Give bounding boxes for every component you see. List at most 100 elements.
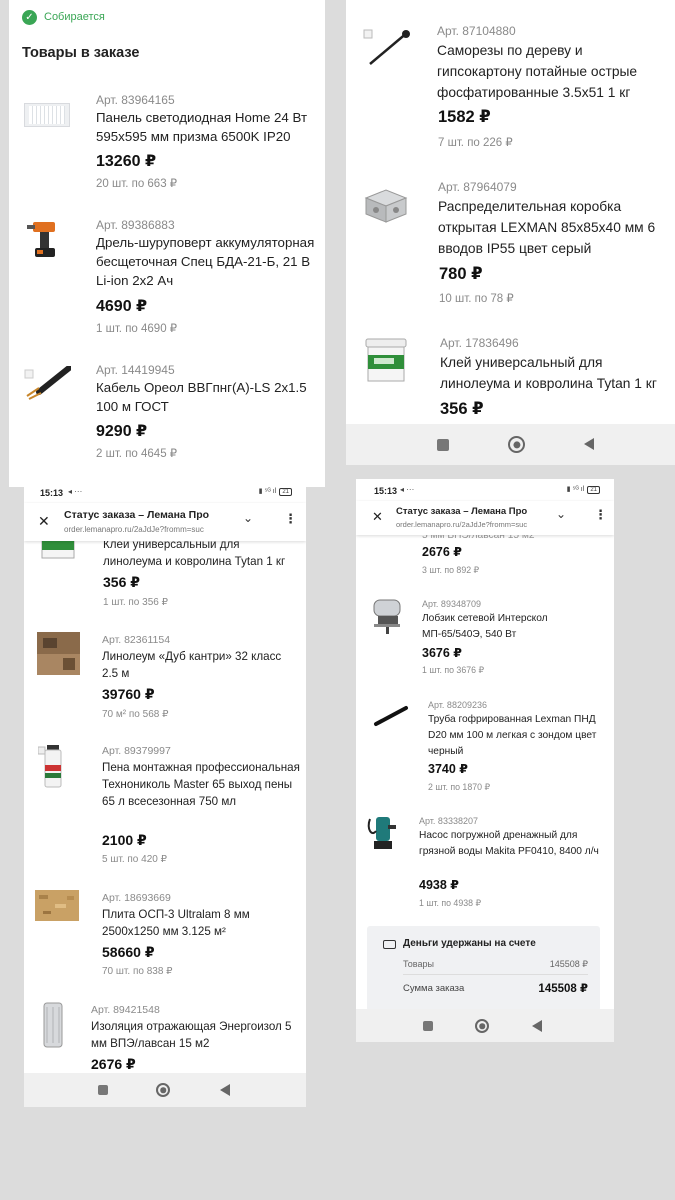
item-article: Арт. 87104880 [437,24,516,38]
osb-board-thumbnail [35,890,79,921]
item-article: Арт. 89348709 [422,599,481,609]
junction-box-thumbnail [362,186,408,226]
browser-panel-right: 15:13 ◂ ··· ▮ ⁵ᴳ ıl 21 ✕ Статус заказа – … [356,479,614,1042]
signal-icons: ▮ ⁵ᴳ ıl 21 [567,485,600,494]
item-article: Арт. 14419945 [96,363,175,377]
wallet-icon [383,940,396,949]
chevron-down-icon[interactable]: ⌄ [243,511,253,525]
item-name: Панель светодиодная Home 24 Вт 595x595 м… [96,110,308,144]
item-name: Распределительная коробка открытая LEXMA… [438,199,656,256]
clock: 15:13 [40,488,64,498]
item-name: Плита ОСП-3 Ultralam 8 мм 2500x1250 мм 3… [102,908,250,938]
item-name: Клей универсальный для линолеума и ковро… [440,355,657,391]
item-qty: 20 шт. по 663 ₽ [96,178,178,190]
page-url: order.lemanapro.ru/2aJdJe?fromm=suc [396,520,528,529]
summary-card: Деньги удержаны на счете Товары 145508 ₽… [367,926,600,1011]
notification-icons: ◂ ··· [400,485,415,494]
screw-thumbnail [362,28,412,68]
chevron-down-icon[interactable]: ⌄ [556,507,566,521]
summary-title: Деньги удержаны на счете [403,938,536,949]
recents-button[interactable] [98,1085,108,1095]
item-name: Линолеум «Дуб кантри» 32 класс 2.5 м [102,650,282,680]
goods-value: 145508 ₽ [549,959,588,969]
item-qty: 70 м² по 568 ₽ [102,709,169,720]
item-qty: 10 шт. по 78 ₽ [439,293,514,305]
battery-icon: 21 [279,488,292,496]
item-qty: 5 шт. по 420 ₽ [102,854,167,865]
item-article: Арт. 89421548 [91,1004,160,1016]
item-price: 58660 ₽ [102,944,155,960]
item-price: 2676 ₽ [422,545,462,559]
battery-icon: 21 [587,486,600,494]
item-name: Саморезы по дереву и гипсокартону потайн… [437,43,638,100]
home-button[interactable] [156,1083,170,1097]
insulation-roll-thumbnail [41,1001,65,1049]
recents-button[interactable] [423,1021,433,1031]
item-price: 780 ₽ [439,265,483,283]
item-qty: 7 шт. по 226 ₽ [438,137,513,149]
signal-icon: ▮ ⁵ᴳ ıl [566,486,585,493]
item-price: 4690 ₽ [96,298,148,315]
item-name: Насос погружной дренажный для грязной во… [419,830,599,857]
item-qty: 3 шт. по 892 ₽ [422,565,480,575]
home-button[interactable] [508,436,525,453]
back-button[interactable] [532,1020,542,1032]
signal-icons: ▮ ⁵ᴳ ıl 21 [259,487,292,496]
back-button[interactable] [584,438,594,450]
system-nav-bar [346,424,675,465]
page-title: Статус заказа – Лемана Про [64,509,210,521]
item-name: Клей универсальный для линолеума и ковро… [103,538,286,568]
notification-icons: ◂ ··· [68,487,83,496]
back-button[interactable] [220,1084,230,1096]
more-icon[interactable]: ⋮ [594,507,607,523]
clock: 15:13 [374,486,398,496]
item-price: 39760 ₽ [102,686,155,702]
order-status: Собирается [44,11,105,23]
check-icon: ✓ [22,10,37,25]
item-article: Арт. 83964165 [96,93,175,107]
item-qty: 2 шт. по 1870 ₽ [428,782,491,792]
item-name: Изоляция отражающая Энергоизол 5 мм ВПЭ/… [91,1020,292,1050]
order-panel-2: Арт. 87104880 Саморезы по дереву и гипсо… [346,0,675,465]
foam-can-thumbnail [38,743,68,789]
page-title: Статус заказа – Лемана Про [396,506,528,517]
item-qty: 1 шт. по 3676 ₽ [422,665,485,675]
total-value: 145508 ₽ [538,983,588,995]
item-price: 1582 ₽ [438,108,491,126]
item-qty: 1 шт. по 356 ₽ [103,597,168,608]
item-article: Арт. 82361154 [102,634,171,646]
browser-header: ✕ Статус заказа – Лемана Про order.leman… [356,501,614,535]
status-bar: 15:13 ◂ ··· ▮ ⁵ᴳ ıl 21 [24,481,306,503]
close-icon[interactable]: ✕ [38,513,50,530]
recents-button[interactable] [437,439,449,451]
goods-label: Товары [403,959,434,969]
item-name: Дрель-шуруповерт аккумуляторная бесщеточ… [96,235,315,288]
corrugated-pipe-thumbnail [372,704,410,728]
page-url: order.lemanapro.ru/2aJdJe?fromm=suc [64,525,204,534]
item-price: 3676 ₽ [422,646,462,660]
item-qty: 1 шт. по 4938 ₽ [419,898,482,908]
home-button[interactable] [475,1019,489,1033]
item-article: Арт. 18693669 [102,892,171,904]
item-price: 356 ₽ [103,574,140,590]
drill-thumbnail [23,218,63,264]
item-article: Арт. 89386883 [96,218,175,232]
more-icon[interactable]: ⋮ [284,511,297,527]
item-article: Арт. 89379997 [102,745,171,757]
item-price: 2100 ₽ [102,832,147,848]
divider [403,974,588,975]
item-price: 4938 ₽ [419,878,459,892]
item-name: Пена монтажная профессиональная Техноник… [102,761,300,808]
item-article: Арт. 17836496 [440,336,519,350]
browser-header: ✕ Статус заказа – Лемана Про order.leman… [24,503,306,541]
browser-panel-left: 15:13 ◂ ··· ▮ ⁵ᴳ ıl 21 ✕ Статус заказа – … [24,481,306,1107]
item-price: 3740 ₽ [428,762,468,776]
item-name: Кабель Ореол ВВГпнг(А)-LS 2x1.5 100 м ГО… [96,380,307,414]
close-icon[interactable]: ✕ [372,509,383,525]
item-name: Лобзик сетевой Интерскол МП-65/540Э, 540… [422,613,548,640]
item-qty: 2 шт. по 4645 ₽ [96,448,178,460]
item-name: Труба гофрированная Lexman ПНД D20 мм 10… [428,714,597,757]
led-panel-thumbnail [24,103,70,127]
jigsaw-thumbnail [370,596,404,636]
glue-bucket-thumbnail [360,335,412,387]
